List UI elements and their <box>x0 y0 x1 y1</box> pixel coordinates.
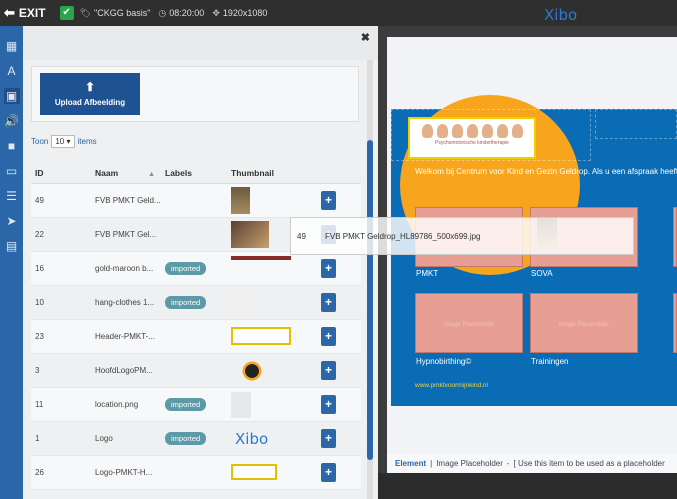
add-button[interactable]: + <box>321 327 336 346</box>
page-size-select[interactable]: 10 ▾ <box>51 135 75 148</box>
status-bar: Element | Image Placeholder - [ Use this… <box>387 454 677 473</box>
tile-right-edge[interactable] <box>673 293 677 353</box>
add-button[interactable]: + <box>321 293 336 312</box>
drag-ghost-row[interactable]: 49 FVB PMKT Geldrop_HL89786_500x699.jpg <box>290 217 634 255</box>
media-table: ID Naam ▲ Labels Thumbnail 49 FVB PMKT Ge… <box>31 162 361 490</box>
region-outline <box>595 109 677 139</box>
xibo-logo-thumbnail: Xibo <box>235 430 269 448</box>
add-button[interactable]: + <box>321 395 336 414</box>
exit-arrow-icon: ⬅ <box>4 5 15 20</box>
tag-icon: 🏷 <box>79 7 92 18</box>
thumbnail-image <box>231 464 277 480</box>
table-row[interactable]: 10 hang-clothes 1... imported + <box>31 286 361 320</box>
bottom-bar <box>378 473 677 499</box>
label-badge[interactable]: imported <box>165 296 207 309</box>
upload-icon: ⬆ <box>84 80 96 94</box>
kids-image <box>410 119 534 138</box>
page-size-control: Toon 10 ▾ items <box>31 135 97 148</box>
left-toolbar: ▦ A ▣ 🔊 ■ ▭ ☰ ➤ ▤ <box>0 26 23 499</box>
map-thumbnail-icon <box>231 392 251 418</box>
add-button[interactable]: + <box>321 361 336 380</box>
col-thumbnail[interactable]: Thumbnail <box>231 168 321 178</box>
table-row[interactable]: 11 location.png imported + <box>31 388 361 422</box>
gallery-icon[interactable]: ▤ <box>4 238 20 254</box>
thumbnail-image <box>231 256 291 260</box>
tile-hypnobirthing[interactable]: Image Placeholder <box>415 293 523 353</box>
scroll-thumb[interactable] <box>367 140 373 460</box>
table-row[interactable]: 23 Header-PMKT-... + <box>31 320 361 354</box>
upload-image-button[interactable]: ⬆ Upload Afbeelding <box>40 73 140 115</box>
col-name[interactable]: Naam ▲ <box>95 168 165 178</box>
thumbnail-image <box>231 187 250 214</box>
send-icon[interactable]: ➤ <box>4 213 20 229</box>
table-row[interactable]: 1 Logo imported Xibo + <box>31 422 361 456</box>
clock-icon: ◷ <box>158 7 167 18</box>
add-button[interactable]: + <box>321 259 336 278</box>
add-button[interactable]: + <box>321 191 336 210</box>
website-link[interactable]: www.pmktvoormijnkind.nl <box>415 382 488 389</box>
tile-label-sova: SOVA <box>531 269 553 278</box>
library-panel: ✖ ⬆ Upload Afbeelding Toon 10 ▾ items ID… <box>23 26 378 499</box>
table-header: ID Naam ▲ Labels Thumbnail <box>31 162 361 184</box>
table-row[interactable]: 26 Logo-PMKT-H... + <box>31 456 361 490</box>
tile-trainingen[interactable]: Image Placeholder <box>530 293 638 353</box>
label-badge[interactable]: imported <box>165 398 207 411</box>
table-row[interactable]: 3 HoofdLogoPM... + <box>31 354 361 388</box>
add-button[interactable]: + <box>321 463 336 482</box>
text-icon[interactable]: A <box>4 63 20 79</box>
label-badge[interactable]: imported <box>165 262 207 275</box>
col-id[interactable]: ID <box>31 168 95 178</box>
thumbnail-image <box>231 327 291 345</box>
table-row[interactable]: 16 gold-maroon b... imported + <box>31 252 361 286</box>
layout-resolution: ✥ 1920x1080 <box>212 7 268 18</box>
tile-label-pmkt: PMKT <box>416 269 439 278</box>
layout-duration: ◷ 08:20:00 <box>158 7 205 18</box>
layout-icon[interactable]: ▭ <box>4 163 20 179</box>
publish-check-icon[interactable]: ✔ <box>59 6 74 20</box>
sort-icon: ▲ <box>148 170 156 178</box>
thumbnail-image <box>231 294 251 312</box>
thumbnail-image <box>231 221 269 248</box>
banner-tagline: Psychomotorische kindertherapie <box>435 140 509 146</box>
audio-icon[interactable]: 🔊 <box>4 113 20 129</box>
widgets-grid-icon[interactable]: ▦ <box>4 38 20 54</box>
header-banner[interactable]: Psychomotorische kindertherapie <box>408 117 536 159</box>
xibo-logo: Xibo <box>544 6 578 24</box>
exit-label: EXIT <box>18 6 46 20</box>
list-icon[interactable]: ☰ <box>4 188 20 204</box>
welcome-ticker[interactable]: Welkom bij Centrum voor Kind en Gezin Ge… <box>415 167 677 176</box>
layout-name: 🏷 "CKGG basis" <box>79 7 151 18</box>
thumbnail-image <box>241 358 263 384</box>
label-badge[interactable]: imported <box>165 432 207 445</box>
upload-area: ⬆ Upload Afbeelding <box>31 66 359 122</box>
image-icon[interactable]: ▣ <box>3 88 20 104</box>
tile-label-trainingen: Trainingen <box>531 357 569 366</box>
close-icon[interactable]: ✖ <box>361 31 370 44</box>
panel-scrollbar[interactable] <box>367 60 373 499</box>
top-bar: ⬅ EXIT ✔ 🏷 "CKGG basis" ◷ 08:20:00 ✥ 1920x1… <box>0 0 677 26</box>
add-button[interactable]: + <box>321 429 336 448</box>
tile-label-hypnobirthing: Hypnobirthing© <box>416 357 472 366</box>
panel-header <box>23 26 378 60</box>
col-labels[interactable]: Labels <box>165 168 231 178</box>
tile-right-edge[interactable] <box>673 207 677 267</box>
exit-button[interactable]: ⬅ EXIT <box>4 5 46 21</box>
table-row[interactable]: 49 FVB PMKT Geld... + <box>31 184 361 218</box>
move-icon: ✥ <box>212 7 220 18</box>
video-icon[interactable]: ■ <box>4 138 20 154</box>
